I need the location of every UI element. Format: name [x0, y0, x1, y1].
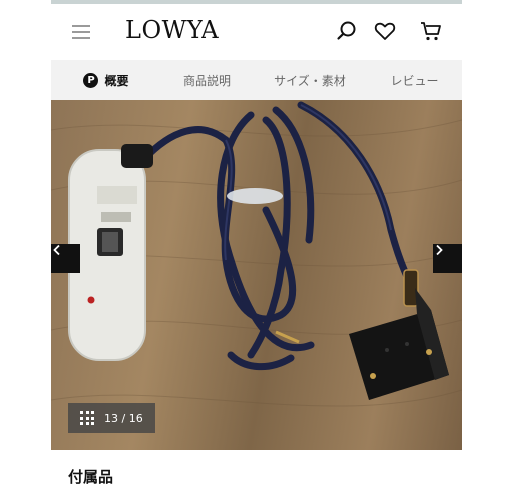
product-gallery[interactable]: 13 / 16	[51, 100, 462, 450]
image-counter[interactable]: 13 / 16	[68, 403, 155, 433]
product-photo	[51, 101, 462, 407]
section-title: 付属品	[68, 468, 114, 486]
prev-image-button[interactable]	[51, 244, 80, 273]
tab-size-material[interactable]: サイズ・素材	[253, 60, 367, 100]
chevron-left-icon	[53, 244, 60, 256]
tab-description[interactable]: 商品説明	[161, 60, 253, 100]
tab-label: レビュー	[390, 73, 439, 88]
hamburger-icon[interactable]	[72, 25, 90, 39]
site-header: LOWYA	[51, 4, 462, 60]
cart-icon[interactable]	[419, 19, 443, 43]
tab-label: サイズ・素材	[274, 73, 346, 88]
tab-label: 商品説明	[182, 73, 231, 88]
product-tabs: P 概要 商品説明 サイズ・素材 レビュー	[51, 60, 462, 100]
pin-icon: P	[83, 72, 99, 88]
next-image-button[interactable]	[433, 244, 462, 273]
chevron-right-icon	[436, 244, 443, 256]
tab-reviews[interactable]: レビュー	[367, 60, 462, 100]
counter-text: 13 / 16	[104, 411, 143, 425]
search-icon[interactable]	[335, 19, 359, 43]
tab-overview[interactable]: P 概要	[51, 60, 161, 100]
grid-icon	[80, 411, 94, 425]
brand-logo[interactable]: LOWYA	[125, 16, 219, 44]
heart-icon[interactable]	[373, 19, 397, 43]
tab-label: 概要	[104, 73, 129, 88]
